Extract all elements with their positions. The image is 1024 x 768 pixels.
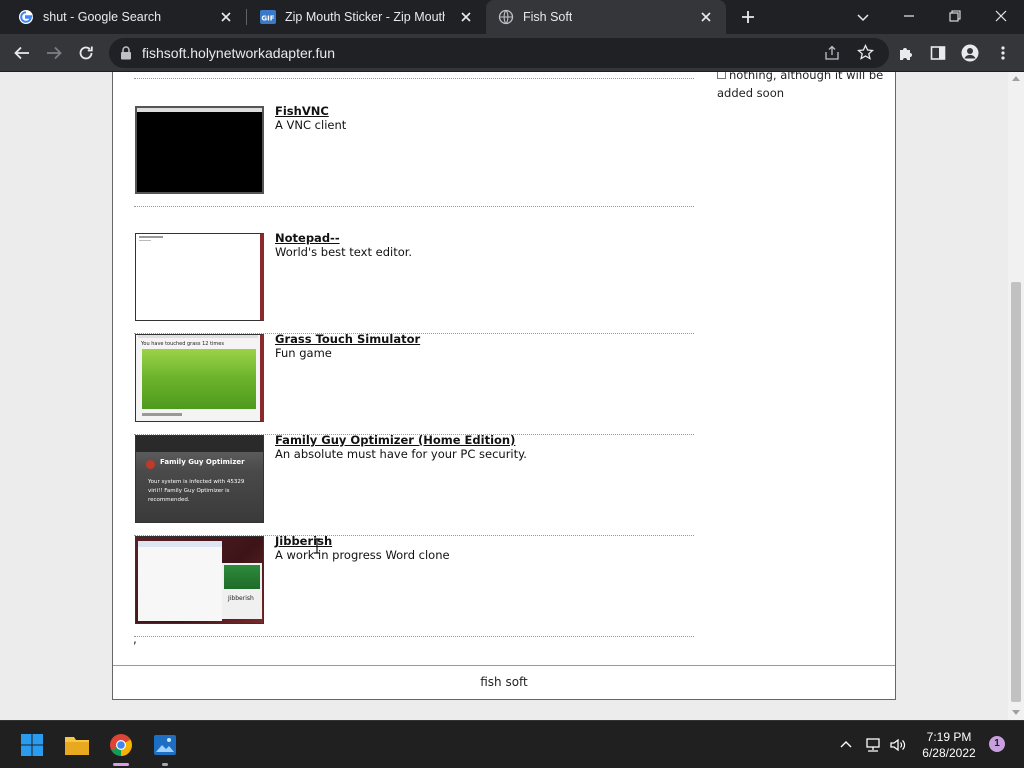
system-clock[interactable]: 7:19 PM 6/28/2022 — [914, 729, 984, 761]
forward-arrow-icon — [47, 46, 62, 60]
notepad-link[interactable]: Notepad-- — [275, 231, 340, 245]
chrome-taskbar-button[interactable] — [105, 729, 137, 766]
fishvnc-link[interactable]: FishVNC — [275, 104, 329, 118]
close-tab-icon[interactable] — [698, 9, 714, 25]
profile-icon — [961, 44, 979, 62]
family-guy-thumbnail[interactable]: Family Guy Optimizer Your system is infe… — [135, 435, 264, 523]
gif-icon: GIF — [260, 10, 276, 24]
close-tab-icon[interactable] — [218, 9, 234, 25]
close-icon — [995, 10, 1007, 22]
trailing-text: , — [133, 632, 137, 646]
close-tab-icon[interactable] — [458, 9, 474, 25]
side-panel-button[interactable] — [925, 40, 951, 66]
footer-divider — [113, 665, 895, 666]
jibberish-thumbnail[interactable]: Jibberish — [135, 536, 264, 624]
chevron-down-icon — [857, 14, 869, 22]
grass-touch-thumbnail[interactable]: You have touched grass 12 times — [135, 334, 264, 422]
taskbar: 7:19 PM 6/28/2022 1 — [0, 720, 1024, 768]
scrollbar[interactable] — [1008, 72, 1024, 720]
reload-icon — [79, 46, 93, 60]
address-bar[interactable]: fishsoft.holynetworkadapter.fun — [109, 38, 889, 68]
jibberish-link[interactable]: Jibberish — [275, 534, 332, 548]
photos-icon — [154, 735, 176, 755]
tab-title: Fish Soft — [523, 10, 573, 24]
family-guy-thumb-text: Your system is infected with 45329 virii… — [148, 479, 245, 503]
windows-logo-icon — [21, 734, 43, 756]
file-explorer-button[interactable] — [61, 729, 93, 761]
expand-icon[interactable] — [717, 72, 726, 79]
tab-google-search[interactable]: shut - Google Search — [0, 0, 246, 34]
notepad-thumbnail[interactable] — [135, 233, 264, 321]
show-hidden-icons-button[interactable] — [836, 735, 856, 755]
google-icon — [19, 10, 33, 24]
tab-title: Zip Mouth Sticker - Zip Mouth Sticker — [285, 10, 445, 24]
jibberish-thumb-label: Jibberish — [228, 595, 254, 602]
notification-badge[interactable]: 1 — [989, 736, 1005, 752]
tab-search-button[interactable] — [851, 5, 875, 29]
scroll-down-arrow-icon[interactable] — [1012, 710, 1020, 715]
page-container: nothing, although it will be added soon … — [112, 72, 896, 700]
footer-text: fish soft — [480, 675, 528, 689]
grass-touch-description: Fun game — [275, 346, 332, 360]
restore-button[interactable] — [932, 0, 978, 32]
network-button[interactable] — [863, 735, 883, 755]
scroll-up-arrow-icon[interactable] — [1012, 76, 1020, 81]
restore-icon — [949, 10, 961, 22]
tab-zip-mouth-sticker[interactable]: GIF Zip Mouth Sticker - Zip Mouth Sticke… — [246, 0, 486, 34]
grass-touch-link[interactable]: Grass Touch Simulator — [275, 332, 420, 346]
browser-toolbar: fishsoft.holynetworkadapter.fun — [0, 34, 1024, 72]
fishvnc-description: A VNC client — [275, 118, 347, 132]
minimize-icon — [904, 15, 914, 17]
clock-date: 6/28/2022 — [922, 746, 976, 760]
url-text: fishsoft.holynetworkadapter.fun — [142, 45, 336, 61]
notepad-description: World's best text editor. — [275, 245, 413, 259]
extensions-button[interactable] — [893, 40, 919, 66]
svg-text:GIF: GIF — [261, 15, 274, 23]
profile-button[interactable] — [957, 40, 983, 66]
jibberish-description: A work in progress Word clone — [275, 548, 450, 562]
family-guy-description: An absolute must have for your PC securi… — [275, 447, 527, 461]
chevron-up-icon — [840, 741, 852, 748]
tab-title: shut - Google Search — [43, 10, 162, 24]
text-cursor-icon — [314, 538, 320, 554]
photos-taskbar-button[interactable] — [149, 729, 181, 766]
chrome-icon — [110, 734, 132, 756]
globe-icon — [498, 9, 514, 25]
plus-icon — [742, 11, 754, 23]
menu-button[interactable] — [990, 40, 1016, 66]
sidebar-note: nothing, although it will be added soon — [717, 72, 887, 102]
volume-button[interactable] — [888, 735, 908, 755]
kebab-menu-icon — [1001, 46, 1005, 60]
puzzle-icon — [900, 48, 912, 60]
network-icon — [866, 738, 880, 752]
family-guy-link[interactable]: Family Guy Optimizer (Home Edition) — [275, 433, 515, 447]
reload-button[interactable] — [73, 40, 99, 66]
minimize-button[interactable] — [886, 0, 932, 32]
tab-strip: shut - Google Search GIF Zip Mouth Stick… — [0, 0, 1024, 34]
folder-icon — [65, 737, 89, 755]
tab-fish-soft[interactable]: Fish Soft — [486, 0, 726, 34]
fishvnc-thumbnail[interactable] — [135, 106, 264, 194]
back-button[interactable] — [9, 40, 35, 66]
family-guy-thumb-title: Family Guy Optimizer — [160, 458, 245, 466]
scrollbar-thumb[interactable] — [1011, 282, 1021, 702]
share-icon[interactable] — [824, 45, 840, 61]
bookmark-star-icon[interactable] — [857, 44, 874, 61]
new-tab-button[interactable] — [736, 5, 760, 29]
clock-time: 7:19 PM — [926, 730, 972, 744]
page-viewport: nothing, although it will be added soon … — [0, 72, 1008, 720]
grass-thumb-caption: You have touched grass 12 times — [141, 341, 224, 347]
start-button[interactable] — [16, 729, 48, 761]
side-panel-icon — [930, 46, 946, 60]
sidebar-note-text: nothing, although it will be added soon — [717, 72, 884, 100]
speaker-icon — [890, 738, 906, 752]
close-window-button[interactable] — [978, 0, 1024, 32]
forward-button[interactable] — [41, 40, 67, 66]
lock-icon[interactable] — [120, 46, 132, 60]
back-arrow-icon — [14, 46, 29, 60]
